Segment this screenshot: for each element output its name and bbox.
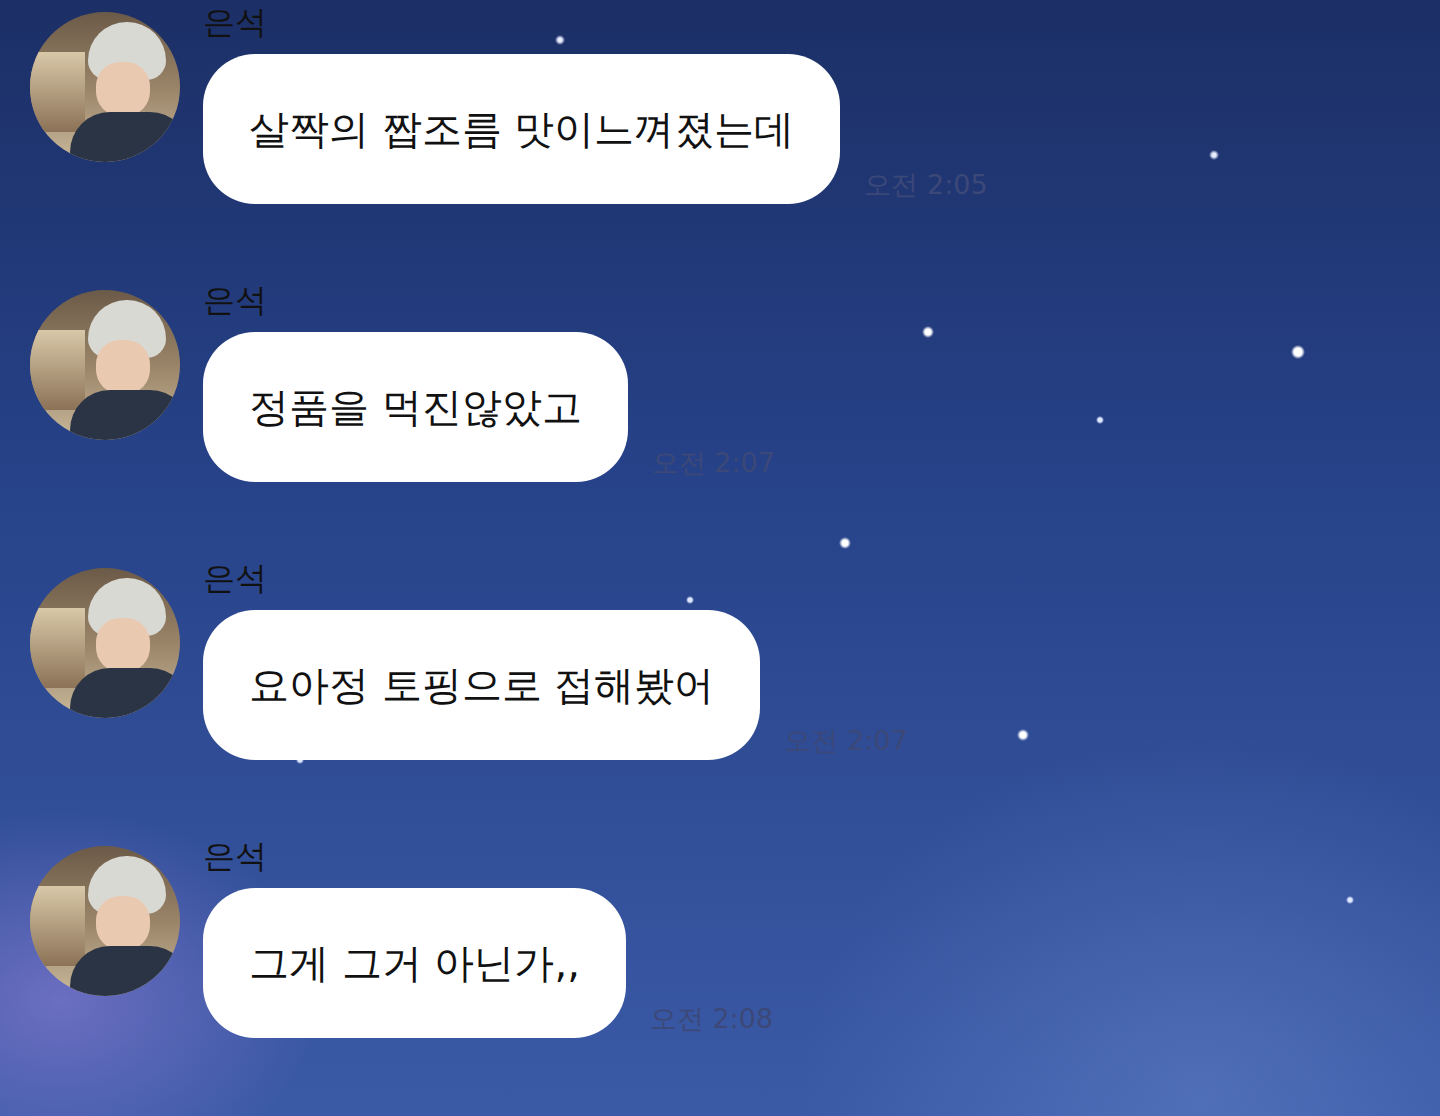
avatar-face	[96, 896, 150, 950]
message-content: 은석살짝의 짭조름 맛이느껴졌는데오전 2:05	[203, 2, 988, 204]
message-list: 은석살짝의 짭조름 맛이느껴졌는데오전 2:05은석정품을 먹진않았고오전 2:…	[0, 0, 1440, 1038]
avatar-body	[70, 668, 180, 718]
message-line: 살짝의 짭조름 맛이느껴졌는데오전 2:05	[203, 54, 988, 204]
sender-name: 은석	[203, 836, 773, 876]
message-row: 은석살짝의 짭조름 맛이느껴졌는데오전 2:05	[30, 2, 1440, 204]
avatar-body	[70, 946, 180, 996]
message-bubble[interactable]: 그게 그거 아닌가,,	[203, 888, 626, 1038]
message-content: 은석정품을 먹진않았고오전 2:07	[203, 280, 775, 482]
avatar-shelf	[30, 886, 85, 966]
message-time: 오전 2:07	[784, 724, 907, 758]
avatar-photo[interactable]	[30, 290, 180, 440]
message-bubble[interactable]: 살짝의 짭조름 맛이느껴졌는데	[203, 54, 840, 204]
avatar-shelf	[30, 608, 85, 688]
avatar-body	[70, 390, 180, 440]
message-line: 그게 그거 아닌가,, 오전 2:08	[203, 888, 773, 1038]
message-row: 은석정품을 먹진않았고오전 2:07	[30, 280, 1440, 482]
message-bubble[interactable]: 정품을 먹진않았고	[203, 332, 628, 482]
avatar-photo[interactable]	[30, 846, 180, 996]
avatar-shelf	[30, 330, 85, 410]
message-bubble[interactable]: 요아정 토핑으로 접해봤어	[203, 610, 760, 760]
avatar-face	[96, 618, 150, 672]
avatar-photo[interactable]	[30, 568, 180, 718]
chat-screen: 은석살짝의 짭조름 맛이느껴졌는데오전 2:05은석정품을 먹진않았고오전 2:…	[0, 0, 1440, 1116]
avatar-shelf	[30, 52, 85, 132]
message-content: 은석요아정 토핑으로 접해봤어오전 2:07	[203, 558, 908, 760]
avatar-body	[70, 112, 180, 162]
avatar-face	[96, 340, 150, 394]
sender-name: 은석	[203, 280, 775, 320]
message-time: 오전 2:08	[650, 1002, 773, 1036]
message-content: 은석그게 그거 아닌가,, 오전 2:08	[203, 836, 773, 1038]
avatar-photo[interactable]	[30, 12, 180, 162]
message-row: 은석그게 그거 아닌가,, 오전 2:08	[30, 836, 1440, 1038]
message-row: 은석요아정 토핑으로 접해봤어오전 2:07	[30, 558, 1440, 760]
message-time: 오전 2:07	[652, 446, 775, 480]
message-line: 요아정 토핑으로 접해봤어오전 2:07	[203, 610, 908, 760]
sender-name: 은석	[203, 558, 908, 598]
sender-name: 은석	[203, 2, 988, 42]
avatar-face	[96, 62, 150, 116]
message-line: 정품을 먹진않았고오전 2:07	[203, 332, 775, 482]
message-time: 오전 2:05	[864, 168, 987, 202]
